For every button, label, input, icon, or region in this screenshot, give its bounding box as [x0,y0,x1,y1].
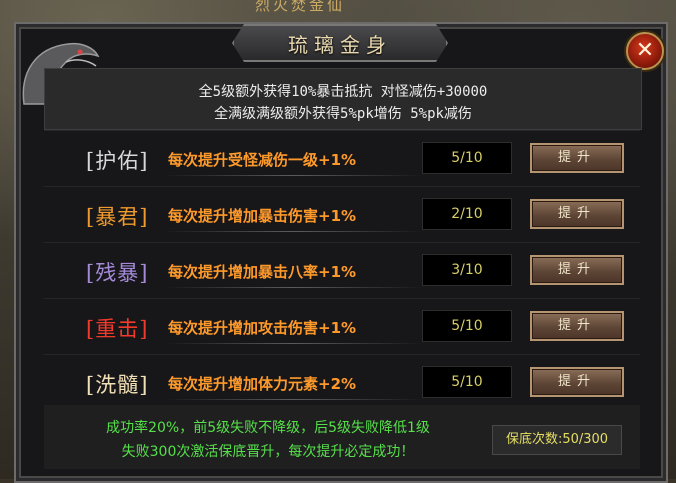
upgrade-button[interactable]: 提升 [530,311,624,341]
scene-title: 烈火焚金仙 [254,0,345,14]
upgrade-name: [洗髓] [86,373,149,397]
upgrade-description: 每次提升增加暴击伤害+1% [168,207,357,225]
close-icon: ✕ [635,38,655,63]
upgrade-name: [残暴] [86,261,149,285]
row-divider [164,231,424,232]
upgrade-button[interactable]: 提升 [530,143,624,173]
rule-line-1: 成功率20%，前5级失败不降级，后5级失败降低1级 [106,420,430,436]
upgrade-name: [护佑] [86,149,149,173]
dialog-title-tab: 琉璃金身 [232,24,448,62]
bonus-line-2: 全满级满级额外获得5%pk增伤 5%pk减伤 [214,106,472,122]
upgrade-level: 5/10 [422,142,512,174]
rules-box: 成功率20%，前5级失败不降级，后5级失败降低1级 失败300次激活保底晋升，每… [44,405,640,469]
bonus-info-box: 全5级额外获得10%暴击抵抗 对怪减伤+30000 全满级满级额外获得5%pk增… [44,68,642,130]
upgrade-button[interactable]: 提升 [530,199,624,229]
upgrade-name: [暴君] [86,205,149,229]
upgrade-description: 每次提升增加攻击伤害+1% [168,319,357,337]
upgrade-row-huyou: [护佑] 每次提升受怪减伤一级+1% 5/10 提升 [44,130,640,187]
row-divider [164,175,424,176]
upgrade-row-zhongji: [重击] 每次提升增加攻击伤害+1% 5/10 提升 [44,298,640,355]
upgrade-description: 每次提升增加体力元素+2% [168,375,357,393]
row-divider [164,343,424,344]
upgrade-row-baojun: [暴君] 每次提升增加暴击伤害+1% 2/10 提升 [44,186,640,243]
upgrade-list: [护佑] 每次提升受怪减伤一级+1% 5/10 提升 [暴君] 每次提升增加暴击… [44,130,640,405]
upgrade-level: 5/10 [422,310,512,342]
upgrade-row-xisui: [洗髓] 每次提升增加体力元素+2% 5/10 提升 [44,354,640,411]
upgrade-button[interactable]: 提升 [530,255,624,285]
upgrade-level: 5/10 [422,366,512,398]
upgrade-button[interactable]: 提升 [530,367,624,397]
upgrade-level: 3/10 [422,254,512,286]
upgrade-row-canbao: [残暴] 每次提升增加暴击八率+1% 3/10 提升 [44,242,640,299]
upgrade-level: 2/10 [422,198,512,230]
upgrade-description: 每次提升受怪减伤一级+1% [168,151,357,169]
guarantee-counter: 保底次数:50/300 [492,425,622,455]
row-divider [164,287,424,288]
close-button[interactable]: ✕ [626,32,664,70]
upgrade-name: [重击] [86,317,149,341]
row-divider [164,399,424,400]
dialog-title: 琉璃金身 [288,32,392,57]
rule-line-2: 失败300次激活保底晋升，每次提升必定成功！ [121,444,415,460]
bonus-line-1: 全5级额外获得10%暴击抵抗 对怪减伤+30000 [198,84,488,100]
upgrade-description: 每次提升增加暴击八率+1% [168,263,357,281]
